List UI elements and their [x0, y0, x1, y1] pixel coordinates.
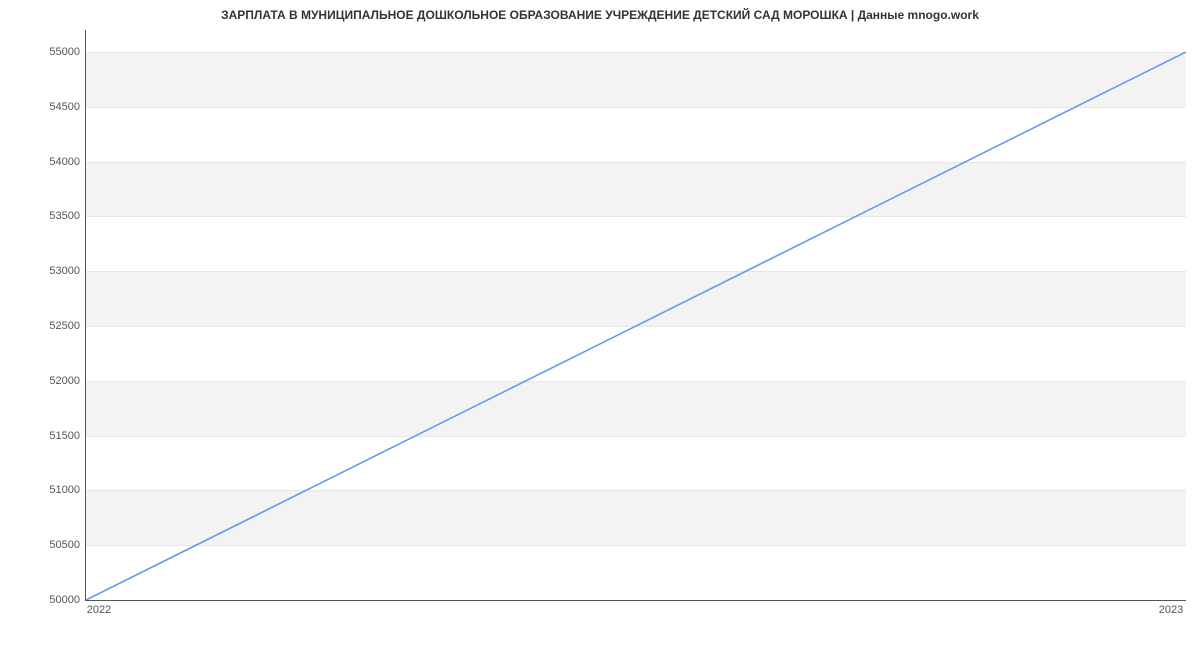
y-tick-label: 54000: [5, 156, 80, 168]
y-tick-label: 55000: [5, 46, 80, 58]
series-line: [86, 52, 1186, 600]
plot-area: [85, 30, 1186, 601]
y-tick-label: 53000: [5, 265, 80, 277]
y-tick-label: 53500: [5, 210, 80, 222]
line-layer: [86, 30, 1186, 600]
y-tick-label: 52500: [5, 320, 80, 332]
y-grid-line: [86, 600, 1186, 601]
y-tick-label: 51500: [5, 430, 80, 442]
x-tick-label: 2023: [1159, 604, 1183, 616]
y-tick-label: 50000: [5, 594, 80, 606]
y-tick-label: 50500: [5, 539, 80, 551]
y-tick-label: 52000: [5, 375, 80, 387]
y-tick-label: 54500: [5, 101, 80, 113]
chart-title: ЗАРПЛАТА В МУНИЦИПАЛЬНОЕ ДОШКОЛЬНОЕ ОБРА…: [0, 8, 1200, 22]
x-tick-label: 2022: [87, 604, 111, 616]
y-tick-label: 51000: [5, 484, 80, 496]
salary-line-chart: ЗАРПЛАТА В МУНИЦИПАЛЬНОЕ ДОШКОЛЬНОЕ ОБРА…: [0, 0, 1200, 650]
